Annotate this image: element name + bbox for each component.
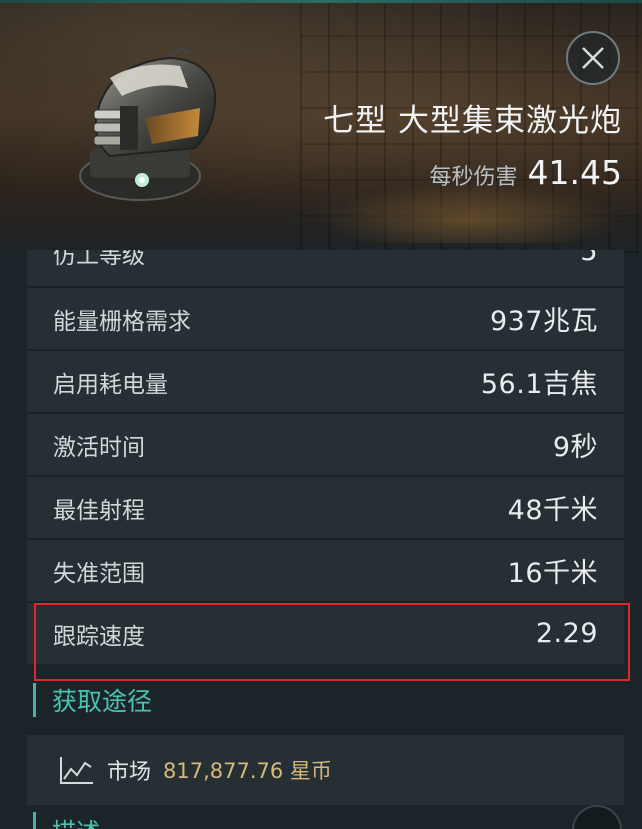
laser-turret-icon [79, 48, 217, 201]
market-button[interactable]: 市场 817,877.76 星币 [27, 735, 624, 805]
dps-row: 每秒伤害 41.45 [430, 153, 623, 192]
stat-label: 激活时间 [53, 434, 145, 461]
item-header: 七型 大型集束激光炮 每秒伤害 41.45 [0, 3, 642, 253]
stat-row-falloff: 失准范围 16千米 [27, 540, 624, 603]
market-price: 817,877.76 星币 [163, 759, 332, 783]
stat-row-powergrid: 能量栅格需求 937兆瓦 [27, 288, 624, 351]
header-background-glow [320, 183, 620, 243]
description-section-title: 描述 [33, 812, 100, 829]
close-icon [582, 47, 604, 69]
market-chart-icon [60, 757, 93, 784]
stat-value: 56.1吉焦 [480, 369, 598, 400]
acquire-section-title: 获取途径 [33, 683, 152, 717]
stat-value: 2.29 [535, 618, 598, 649]
stat-label: 能量栅格需求 [53, 308, 191, 335]
stat-label: 仿工等级 [53, 250, 145, 269]
dps-value: 41.45 [527, 153, 622, 192]
stat-value: 937兆瓦 [489, 306, 598, 337]
stat-row-optimal-range: 最佳射程 48千米 [27, 477, 624, 540]
stat-label: 失准范围 [53, 560, 145, 587]
stat-row-tech-level: 仿工等级 5 [27, 250, 624, 288]
stat-row-activation-time: 激活时间 9秒 [27, 414, 624, 477]
item-title: 七型 大型集束激光炮 [323, 103, 622, 139]
stat-row-activation-cost: 启用耗电量 56.1吉焦 [27, 351, 624, 414]
stat-value: 16千米 [507, 558, 598, 589]
stats-list: 仿工等级 5 能量栅格需求 937兆瓦 启用耗电量 56.1吉焦 激活时间 9秒… [27, 250, 624, 666]
stat-value: 48千米 [507, 495, 598, 526]
close-button[interactable] [566, 31, 620, 85]
stat-label: 最佳射程 [53, 497, 145, 524]
stat-row-tracking-speed: 跟踪速度 2.29 [27, 603, 624, 666]
stat-label: 跟踪速度 [53, 623, 145, 650]
stat-value: 5 [580, 250, 598, 267]
market-label: 市场 [107, 760, 152, 785]
stat-label: 启用耗电量 [53, 371, 168, 398]
scroll-button[interactable] [572, 805, 622, 829]
stat-value: 9秒 [552, 432, 598, 463]
dps-label: 每秒伤害 [429, 165, 518, 190]
